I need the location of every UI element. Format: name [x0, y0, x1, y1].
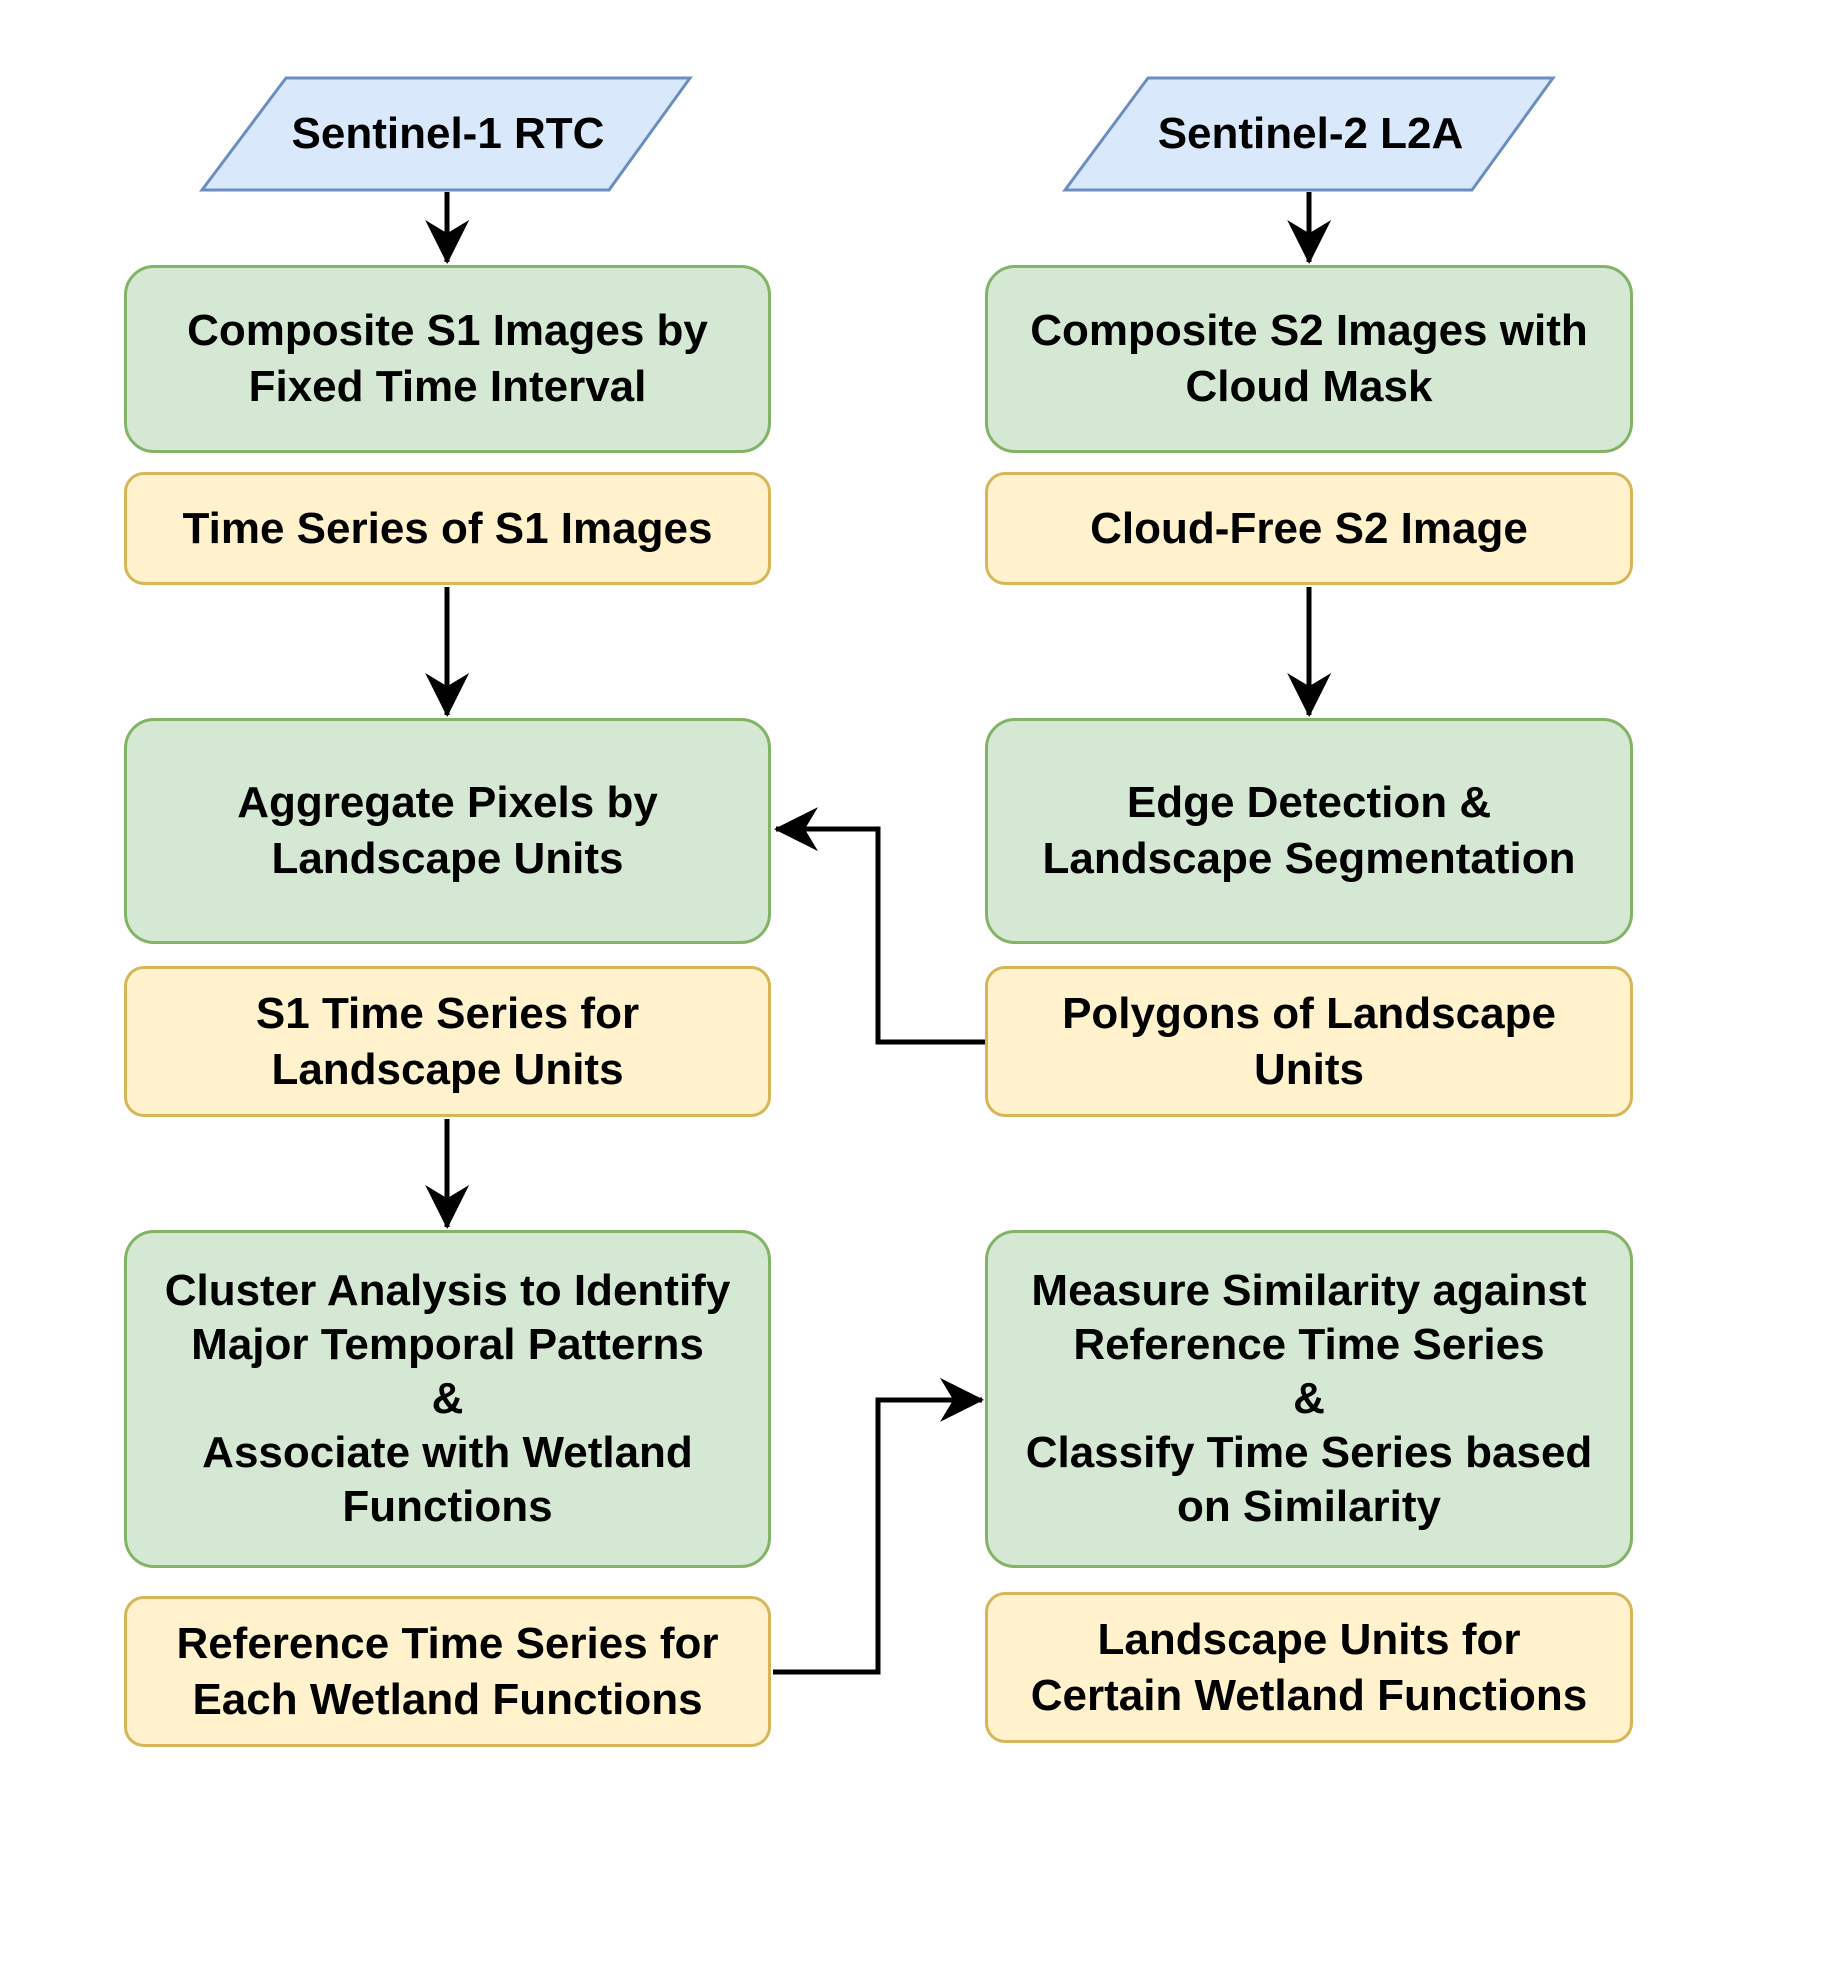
cluster-analysis-process: Cluster Analysis to Identify Major Tempo…	[124, 1230, 771, 1568]
arrow-reference-to-similarity	[773, 1377, 985, 1675]
s1-time-series-output: Time Series of S1 Images	[124, 472, 771, 585]
sentinel2-input: Sentinel-2 L2A	[1157, 109, 1464, 158]
s1-landscape-units-output: S1 Time Series for Landscape Units	[124, 966, 771, 1117]
flowchart: Sentinel-1 RTC Sentinel-2 L2A Composite …	[0, 0, 1844, 1980]
wetland-units-output: Landscape Units for Certain Wetland Func…	[985, 1592, 1633, 1743]
reference-time-series-output: Reference Time Series for Each Wetland F…	[124, 1596, 771, 1747]
cloud-free-s2-output: Cloud-Free S2 Image	[985, 472, 1633, 585]
arrow-polygons-to-aggregate	[773, 807, 985, 1045]
sentinel1-input: Sentinel-1 RTC	[291, 109, 605, 158]
similarity-process: Measure Similarity against Reference Tim…	[985, 1230, 1633, 1568]
edge-detection-process: Edge Detection & Landscape Segmentation	[985, 718, 1633, 944]
composite-s1-process: Composite S1 Images by Fixed Time Interv…	[124, 265, 771, 453]
polygons-output: Polygons of Landscape Units	[985, 966, 1633, 1117]
composite-s2-process: Composite S2 Images with Cloud Mask	[985, 265, 1633, 453]
aggregate-pixels-process: Aggregate Pixels by Landscape Units	[124, 718, 771, 944]
